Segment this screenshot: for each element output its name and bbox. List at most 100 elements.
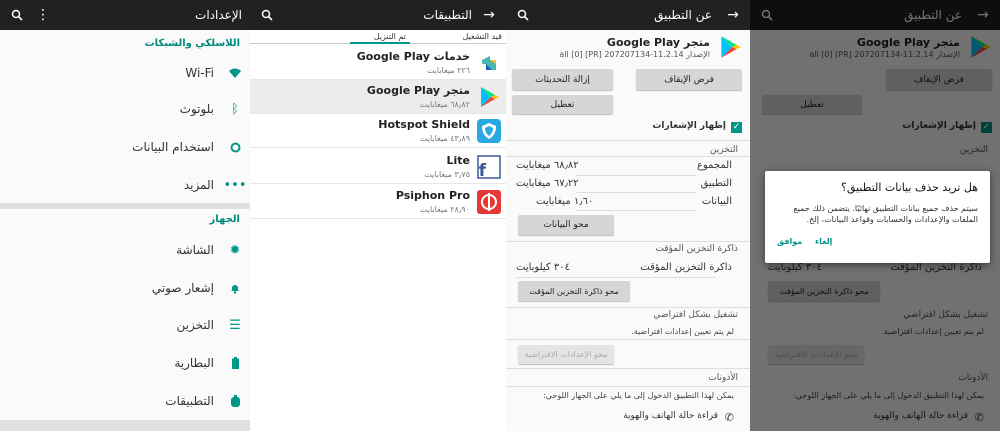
svg-text:f: f <box>479 161 487 180</box>
settings-item-label: الشاشة <box>176 243 214 257</box>
app-size-value: ٦٧٫٢٢ ميغابايت <box>516 178 579 189</box>
settings-item-label: التخزين <box>176 318 214 332</box>
app-name: Hotspot Shield <box>378 118 470 131</box>
apps-icon <box>220 395 250 407</box>
apps-panel: → التطبيقات قيد التشغيل تم التنزيل خدمات… <box>250 0 506 431</box>
settings-item-bluetooth[interactable]: ᛒ بلوتوث <box>0 90 250 128</box>
separator <box>576 192 696 193</box>
cache-header: ذاكرة التخزين المؤقت <box>655 244 738 254</box>
wifi-icon <box>220 68 250 78</box>
play-store-icon <box>476 84 502 110</box>
hotspot-shield-icon <box>476 118 502 144</box>
notifications-checkbox[interactable]: ✓ <box>731 122 742 133</box>
app-info-panel: → عن التطبيق متجر Google Play الإصدار 11… <box>506 0 750 431</box>
settings-item-label: البطارية <box>174 356 214 370</box>
cache-label: ذاكرة التخزين المؤقت <box>640 262 732 273</box>
app-size: ٢٨٫٩٠ ميغابايت <box>419 205 470 214</box>
search-icon[interactable] <box>510 0 536 30</box>
clear-defaults-button[interactable]: محو الإعدادات الافتراضية <box>518 345 614 364</box>
app-size-label: التطبيق <box>700 178 732 189</box>
separator <box>576 175 696 176</box>
psiphon-icon <box>476 189 502 215</box>
app-row-facebook-lite[interactable]: f Lite ٣٫٧٥ ميغابايت <box>250 150 506 184</box>
settings-item-wifi[interactable]: Wi-Fi <box>0 54 250 92</box>
dialog-cancel-button[interactable]: إلغاء <box>815 237 832 246</box>
phone-icon: ✆ <box>724 411 734 424</box>
permissions-description: يمكن لهذا التطبيق الدخول إلى ما يلي على … <box>543 391 734 400</box>
settings-item-more[interactable]: ••• المزيد <box>0 166 250 204</box>
settings-item-storage[interactable]: ☰ التخزين <box>0 306 250 344</box>
app-name: خدمات Google Play <box>356 50 470 63</box>
app-size: ٣٫٧٥ ميغابايت <box>424 170 470 179</box>
storage-header: التخزين <box>709 145 738 155</box>
facebook-lite-icon: f <box>476 154 502 181</box>
tab-indicator <box>350 42 410 44</box>
app-name: متجر Google Play <box>366 84 470 97</box>
app-size: ٤٣٫٨٩ ميغابايت <box>419 134 470 143</box>
section-wireless-header: اللاسلكي والشبكات <box>144 38 240 49</box>
dialog-body: سيتم حذف جميع بيانات التطبيق نهائيًا. يت… <box>793 204 978 224</box>
app-row-play-store[interactable]: متجر Google Play ٦٨٫٨٢ ميغابايت <box>250 80 506 114</box>
clear-cache-button[interactable]: محو ذاكرة التخزين المؤقت <box>518 281 630 301</box>
settings-toolbar: الإعدادات ⋮ <box>0 0 250 30</box>
cache-value: ٣٠٤ كيلوبايت <box>516 262 570 273</box>
more-options-icon[interactable]: ⋮ <box>30 0 56 30</box>
settings-item-label: المزيد <box>183 178 214 192</box>
app-row-play-services[interactable]: خدمات Google Play ٢٢٦ ميغابايت <box>250 46 506 80</box>
dialog-title: هل تريد حذف بيانات التطبيق؟ <box>841 181 978 194</box>
total-value: ٦٨٫٨٢ ميغابايت <box>516 160 579 171</box>
settings-panel: الإعدادات ⋮ اللاسلكي والشبكات Wi-Fi ᛒ بل… <box>0 0 250 431</box>
back-arrow-icon[interactable]: → <box>720 0 746 30</box>
play-store-icon <box>716 33 744 65</box>
play-services-icon <box>476 50 502 76</box>
separator <box>506 339 750 340</box>
settings-item-display[interactable]: ✹ الشاشة <box>0 231 250 269</box>
bell-icon <box>220 283 250 294</box>
uninstall-updates-button[interactable]: إزالة التحديثات <box>512 69 613 90</box>
dialog-ok-button[interactable]: موافق <box>777 237 802 246</box>
settings-item-sound[interactable]: إشعار صوتي <box>0 269 250 307</box>
settings-item-battery[interactable]: البطارية <box>0 344 250 382</box>
separator <box>516 277 716 278</box>
app-size: ٢٢٦ ميغابايت <box>426 66 470 75</box>
more-icon: ••• <box>223 177 247 193</box>
separator <box>576 210 696 211</box>
apps-toolbar: → التطبيقات <box>250 0 506 30</box>
settings-title: الإعدادات <box>195 8 242 22</box>
back-arrow-icon[interactable]: → <box>476 0 502 30</box>
launch-default-header: تشغيل بشكل افتراضي <box>653 310 738 320</box>
search-icon[interactable] <box>254 0 280 30</box>
app-name: Lite <box>446 154 471 167</box>
settings-item-apps[interactable]: التطبيقات <box>0 382 250 420</box>
app-row-hotspot-shield[interactable]: Hotspot Shield ٤٣٫٨٩ ميغابايت <box>250 114 506 148</box>
tab-running[interactable]: قيد التشغيل <box>462 32 502 41</box>
search-icon[interactable] <box>4 0 30 30</box>
tab-downloaded[interactable]: تم التنزيل <box>374 32 406 41</box>
bluetooth-icon: ᛒ <box>231 101 239 117</box>
app-version: الإصدار 11.2.14-207207134 [PR] [0] all <box>559 50 710 59</box>
section-divider <box>0 203 250 209</box>
data-size-label: البيانات <box>701 196 732 207</box>
battery-icon <box>220 357 250 369</box>
clear-data-button[interactable]: محو البيانات <box>518 215 614 235</box>
data-usage-icon <box>220 142 250 153</box>
force-stop-button[interactable]: فرض الإيقاف <box>636 69 742 90</box>
separator <box>506 307 750 308</box>
separator <box>506 140 750 141</box>
app-row-psiphon[interactable]: Psiphon Pro ٢٨٫٩٠ ميغابايت <box>250 185 506 219</box>
apps-title: التطبيقات <box>423 8 472 22</box>
delete-data-dialog: هل تريد حذف بيانات التطبيق؟ سيتم حذف جمي… <box>765 171 990 263</box>
settings-item-data-usage[interactable]: استخدام البيانات <box>0 128 250 166</box>
separator <box>506 368 750 369</box>
show-notifications-label: إظهار الإشعارات <box>652 121 726 131</box>
settings-item-label: التطبيقات <box>165 394 214 408</box>
section-divider <box>0 420 250 431</box>
data-size-value: ١٫٦٠ ميغابايت <box>536 196 594 207</box>
app-size: ٦٨٫٨٢ ميغابايت <box>419 100 470 109</box>
storage-icon: ☰ <box>229 317 241 333</box>
settings-item-label: إشعار صوتي <box>151 281 214 295</box>
disable-button[interactable]: تعطيل <box>512 95 613 114</box>
app-info-title: عن التطبيق <box>654 8 712 22</box>
section-device-header: الجهاز <box>209 214 240 225</box>
settings-item-label: بلوتوث <box>179 102 214 116</box>
